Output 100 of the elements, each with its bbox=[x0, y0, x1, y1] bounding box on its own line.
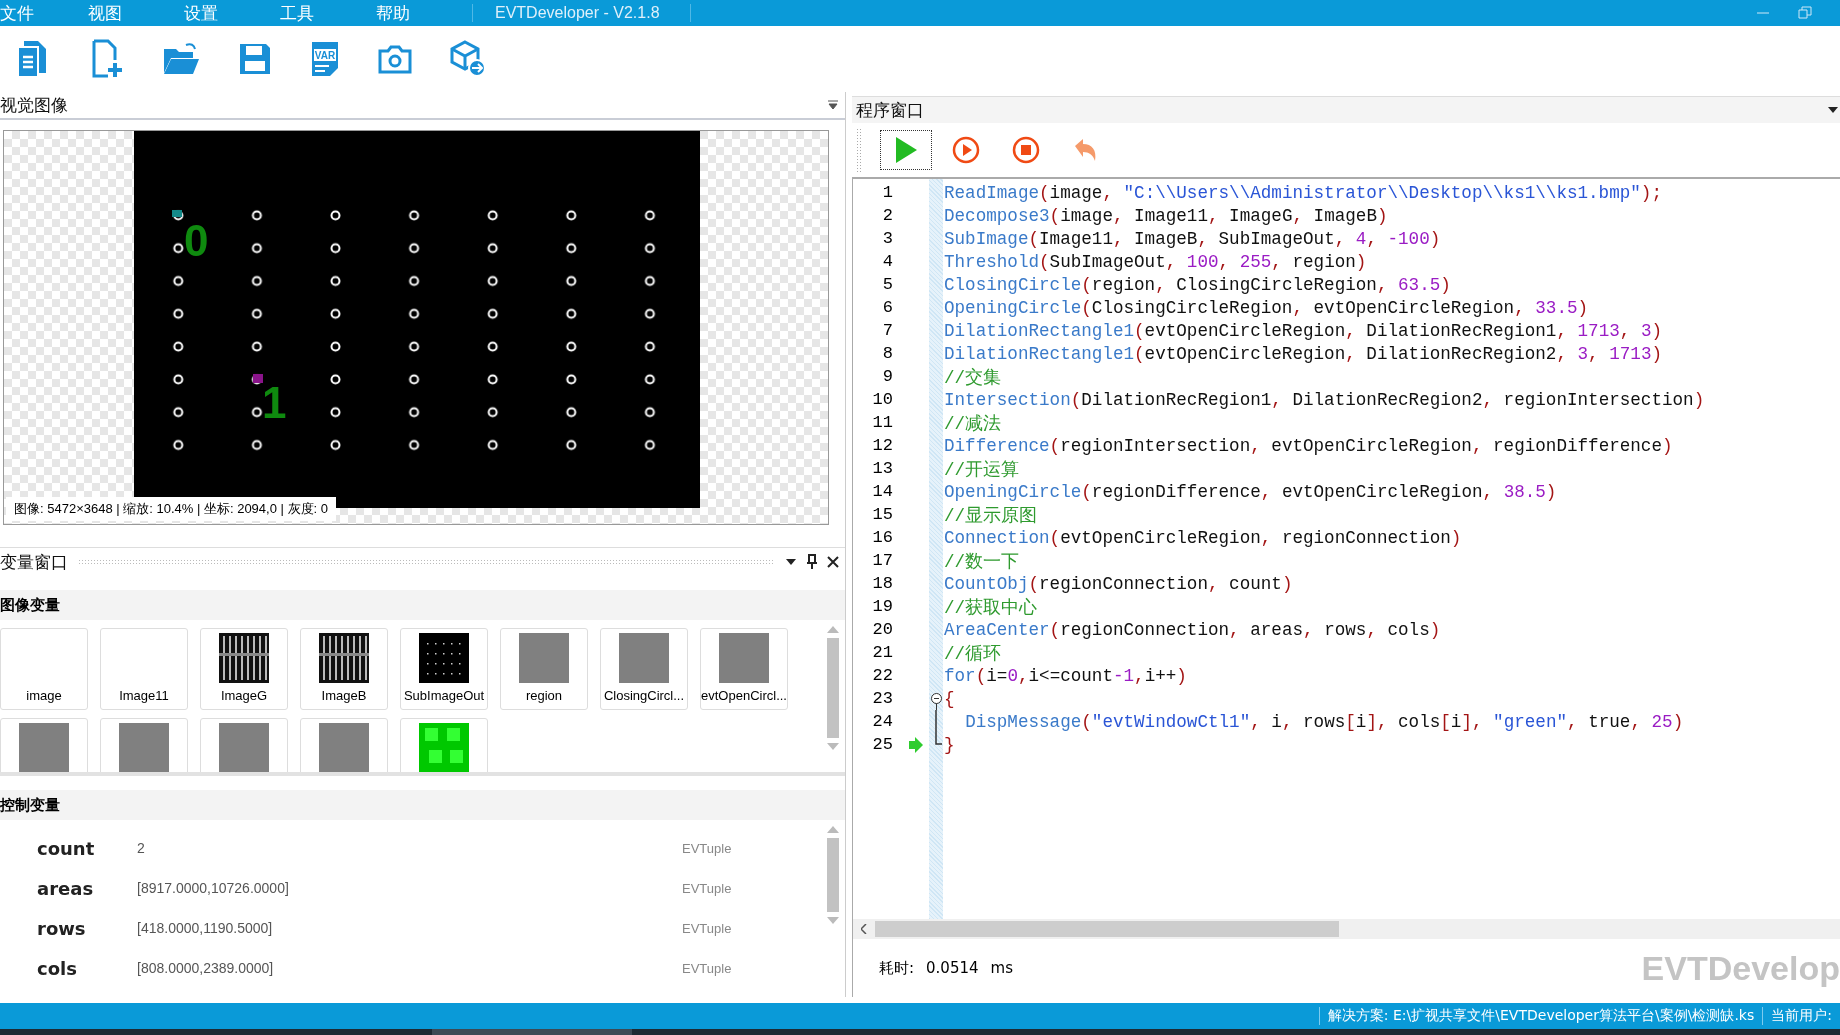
box-arrow-icon[interactable] bbox=[450, 40, 486, 78]
image-viewer[interactable]: 0 1 图像: 5472×3648 | 缩放: 10.4% | 坐标: 2094,0 | 灰度: 0 bbox=[3, 130, 829, 525]
scroll-up-icon[interactable] bbox=[827, 826, 839, 833]
play-icon bbox=[894, 136, 918, 164]
thumbnail-icon bbox=[519, 633, 569, 683]
line-number: 8 bbox=[881, 344, 893, 363]
play-circle-icon bbox=[952, 136, 980, 164]
code-line: DispMessage("evtWindowCtl1", i, rows[i], cols[i], "green", true, 25) bbox=[964, 711, 1684, 732]
thumbnail-icon bbox=[19, 723, 69, 772]
dropdown-icon[interactable] bbox=[785, 558, 797, 566]
thumbnail-icon bbox=[719, 633, 769, 683]
image-variable[interactable]: SubImageOut bbox=[400, 628, 488, 710]
scroll-up-icon[interactable] bbox=[827, 626, 839, 633]
line-number: 22 bbox=[871, 666, 893, 685]
thumbnail-icon bbox=[119, 723, 169, 772]
code-line: //交集 bbox=[944, 366, 1002, 389]
panel-title: 变量窗口 bbox=[0, 550, 68, 574]
line-number: 12 bbox=[871, 436, 893, 455]
variable-value: [8917.0000,10726.0000] bbox=[137, 880, 290, 896]
code-line: SubImage(Image11, ImageB, SubImageOut, 4, -100) bbox=[944, 228, 1441, 249]
status-text: 当前用户: bbox=[1762, 1007, 1840, 1025]
line-number: 17 bbox=[871, 551, 893, 570]
code-line: //减法 bbox=[944, 412, 1002, 435]
variable-type: EVTuple bbox=[682, 960, 732, 976]
timing-unit: ms bbox=[990, 959, 1013, 977]
stop-icon bbox=[1012, 136, 1040, 164]
code-line: //数一下 bbox=[944, 550, 1020, 573]
timing-label: 耗时: bbox=[879, 958, 915, 978]
dropdown-icon[interactable] bbox=[827, 100, 839, 110]
thumbnail-icon bbox=[219, 633, 269, 683]
code-line: ClosingCircle(region, ClosingCircleRegion, 63.5) bbox=[944, 274, 1451, 295]
line-number: 19 bbox=[871, 597, 893, 616]
save-icon[interactable] bbox=[238, 42, 272, 76]
line-number: 20 bbox=[871, 620, 893, 639]
run-button[interactable] bbox=[880, 130, 932, 170]
var-file-icon[interactable]: VAR bbox=[310, 40, 340, 78]
code-line: } bbox=[944, 734, 955, 755]
scroll-down-icon[interactable] bbox=[827, 743, 839, 750]
code-line: //获取中心 bbox=[944, 596, 1038, 619]
scroll-down-icon[interactable] bbox=[827, 917, 839, 924]
code-line: { bbox=[944, 688, 955, 709]
variable-name: count bbox=[36, 837, 96, 859]
camera-icon[interactable] bbox=[378, 44, 412, 74]
code-line: Threshold(SubImageOut, 100, 255, region) bbox=[944, 251, 1367, 272]
pin-icon[interactable] bbox=[807, 554, 817, 570]
code-line: OpeningCircle(ClosingCircleRegion, evtOpenCircleRegion, 33.5) bbox=[944, 297, 1589, 318]
line-number: 18 bbox=[871, 574, 893, 593]
code-line: DilationRectangle1(evtOpenCircleRegion, DilationRecRegion2, 3, 1713) bbox=[944, 343, 1662, 364]
thumbnail-icon bbox=[619, 633, 669, 683]
variable-type: EVTuple bbox=[682, 880, 732, 896]
image-variable[interactable]: evtOpenCircl... bbox=[700, 628, 788, 710]
scrollbar-thumb[interactable] bbox=[827, 638, 839, 738]
restore-icon[interactable] bbox=[1798, 6, 1812, 20]
code-line: //显示原图 bbox=[944, 504, 1038, 527]
line-number: 11 bbox=[871, 413, 893, 432]
image-variable[interactable]: region bbox=[500, 628, 588, 710]
code-line: Connection(evtOpenCircleRegion, regionConnection) bbox=[944, 527, 1462, 548]
line-number: 13 bbox=[871, 459, 893, 478]
line-number: 25 bbox=[871, 735, 893, 754]
fold-end-line bbox=[935, 733, 942, 745]
line-number: 16 bbox=[871, 528, 893, 547]
code-line: DilationRectangle1(evtOpenCircleRegion, DilationRecRegion1, 1713, 3) bbox=[944, 320, 1662, 341]
status-text: 解决方案: E:\扩视共享文件\EVTDeveloper算法平台\案例\检测缺.ks bbox=[1318, 1007, 1763, 1025]
line-number: 21 bbox=[871, 643, 893, 662]
image-variable[interactable]: ClosingCircl... bbox=[600, 628, 688, 710]
line-number: 5 bbox=[881, 275, 893, 294]
variable-value: [418.0000,1190.5000] bbox=[137, 920, 274, 936]
scrollbar-thumb[interactable] bbox=[875, 921, 1339, 937]
variable-name: rows bbox=[36, 917, 87, 939]
thumbnail-icon bbox=[219, 723, 269, 772]
line-number: 15 bbox=[871, 505, 893, 524]
image-variable[interactable]: image bbox=[0, 628, 88, 710]
thumbnail-icon bbox=[419, 633, 469, 683]
image-variable[interactable]: ImageB bbox=[300, 628, 388, 710]
line-number: 4 bbox=[881, 252, 893, 271]
image-info: 图像: 5472×3648 | 缩放: 10.4% | 坐标: 2094,0 | 灰度: 0 bbox=[6, 497, 336, 521]
scrollbar-thumb[interactable] bbox=[827, 838, 839, 912]
close-icon[interactable] bbox=[827, 556, 839, 568]
scroll-left-icon[interactable] bbox=[861, 924, 867, 934]
line-number: 24 bbox=[871, 712, 893, 731]
variable-name: cols bbox=[36, 957, 78, 979]
dropdown-icon[interactable] bbox=[1828, 106, 1838, 114]
image-variable[interactable]: Image11 bbox=[100, 628, 188, 710]
image-variable[interactable]: ImageG bbox=[200, 628, 288, 710]
section-header: 控制变量 bbox=[0, 790, 845, 820]
variable-type: EVTuple bbox=[682, 920, 732, 936]
line-number: 6 bbox=[881, 298, 893, 317]
watermark-text: EVTDevelop bbox=[1641, 948, 1840, 988]
thumbnail-icon bbox=[419, 723, 469, 772]
thumbnail-icon bbox=[319, 633, 369, 683]
overlay-label: 0 bbox=[184, 219, 209, 263]
line-number: 10 bbox=[871, 390, 893, 409]
fold-line bbox=[935, 710, 937, 733]
overlay-label: 1 bbox=[262, 381, 287, 425]
code-line: //开运算 bbox=[944, 458, 1020, 481]
line-number: 1 bbox=[881, 183, 893, 202]
variable-value: [808.0000,2389.0000] bbox=[137, 960, 275, 976]
collapse-icon[interactable] bbox=[930, 693, 942, 710]
line-number: 23 bbox=[871, 689, 893, 708]
line-number: 9 bbox=[881, 367, 893, 386]
